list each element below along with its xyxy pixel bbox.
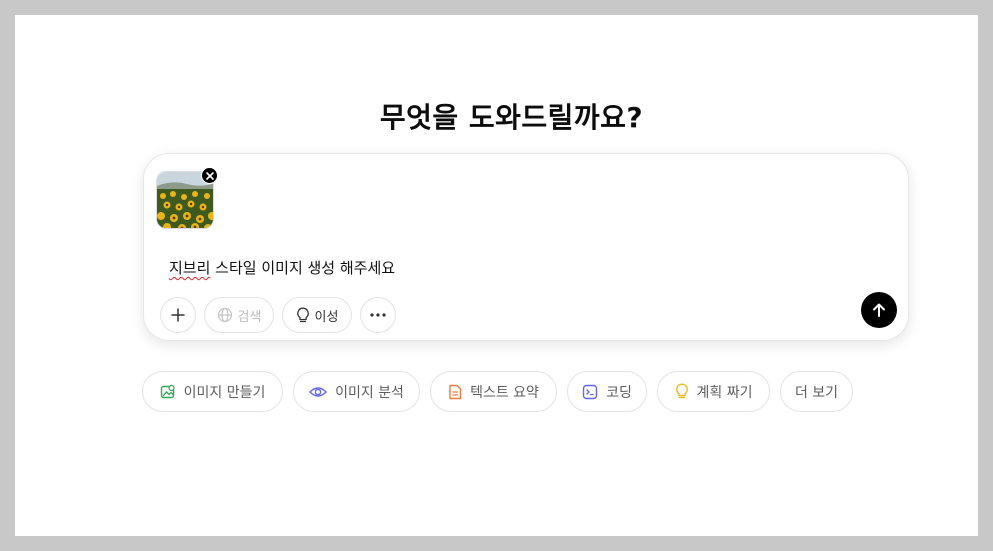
send-button[interactable]: [861, 292, 897, 328]
misspelled-word: 지브리: [169, 259, 211, 277]
suggestion-label: 코딩: [606, 384, 632, 401]
remove-attachment-button[interactable]: [201, 167, 218, 184]
suggestion-summarize-text[interactable]: 텍스트 요약: [430, 371, 557, 412]
prompt-input[interactable]: 지브리 스타일 이미지 생성 해주세요: [169, 258, 849, 278]
suggestion-label: 이미지 만들기: [183, 384, 266, 401]
page-title: 무엇을 도와드릴까요?: [379, 101, 644, 134]
eye-icon: [309, 386, 328, 397]
more-tools-button[interactable]: [360, 297, 396, 333]
suggestion-label: 계획 짜기: [696, 384, 753, 401]
suggestion-more[interactable]: 더 보기: [780, 371, 853, 412]
prompt-composer: 지브리 스타일 이미지 생성 해주세요 검색 이성: [143, 153, 909, 341]
attach-button[interactable]: [160, 297, 196, 333]
suggestion-label: 텍스트 요약: [470, 384, 539, 401]
document-icon: [449, 384, 462, 399]
arrow-up-icon: [873, 303, 885, 317]
suggestion-create-image[interactable]: 이미지 만들기: [142, 371, 283, 412]
reason-button-label: 이성: [314, 309, 339, 325]
suggestion-make-plan[interactable]: 계획 짜기: [657, 371, 770, 412]
globe-icon: [217, 307, 232, 323]
search-button-label: 검색: [237, 309, 262, 325]
image-create-icon: [160, 384, 175, 398]
suggestion-label: 더 보기: [794, 384, 839, 401]
suggestion-analyze-image[interactable]: 이미지 분석: [293, 371, 420, 412]
lightbulb-icon: [296, 307, 309, 322]
prompt-text: 스타일 이미지 생성 해주세요: [210, 259, 396, 277]
search-button[interactable]: 검색: [204, 297, 274, 333]
reason-button[interactable]: 이성: [282, 297, 352, 333]
close-icon: [205, 171, 214, 180]
ellipsis-icon: [370, 313, 386, 317]
terminal-icon: [582, 384, 598, 399]
lightbulb-icon: [675, 383, 688, 399]
suggestion-coding[interactable]: 코딩: [567, 371, 647, 412]
suggestion-label: 이미지 분석: [335, 384, 404, 401]
plus-icon: [171, 308, 185, 322]
